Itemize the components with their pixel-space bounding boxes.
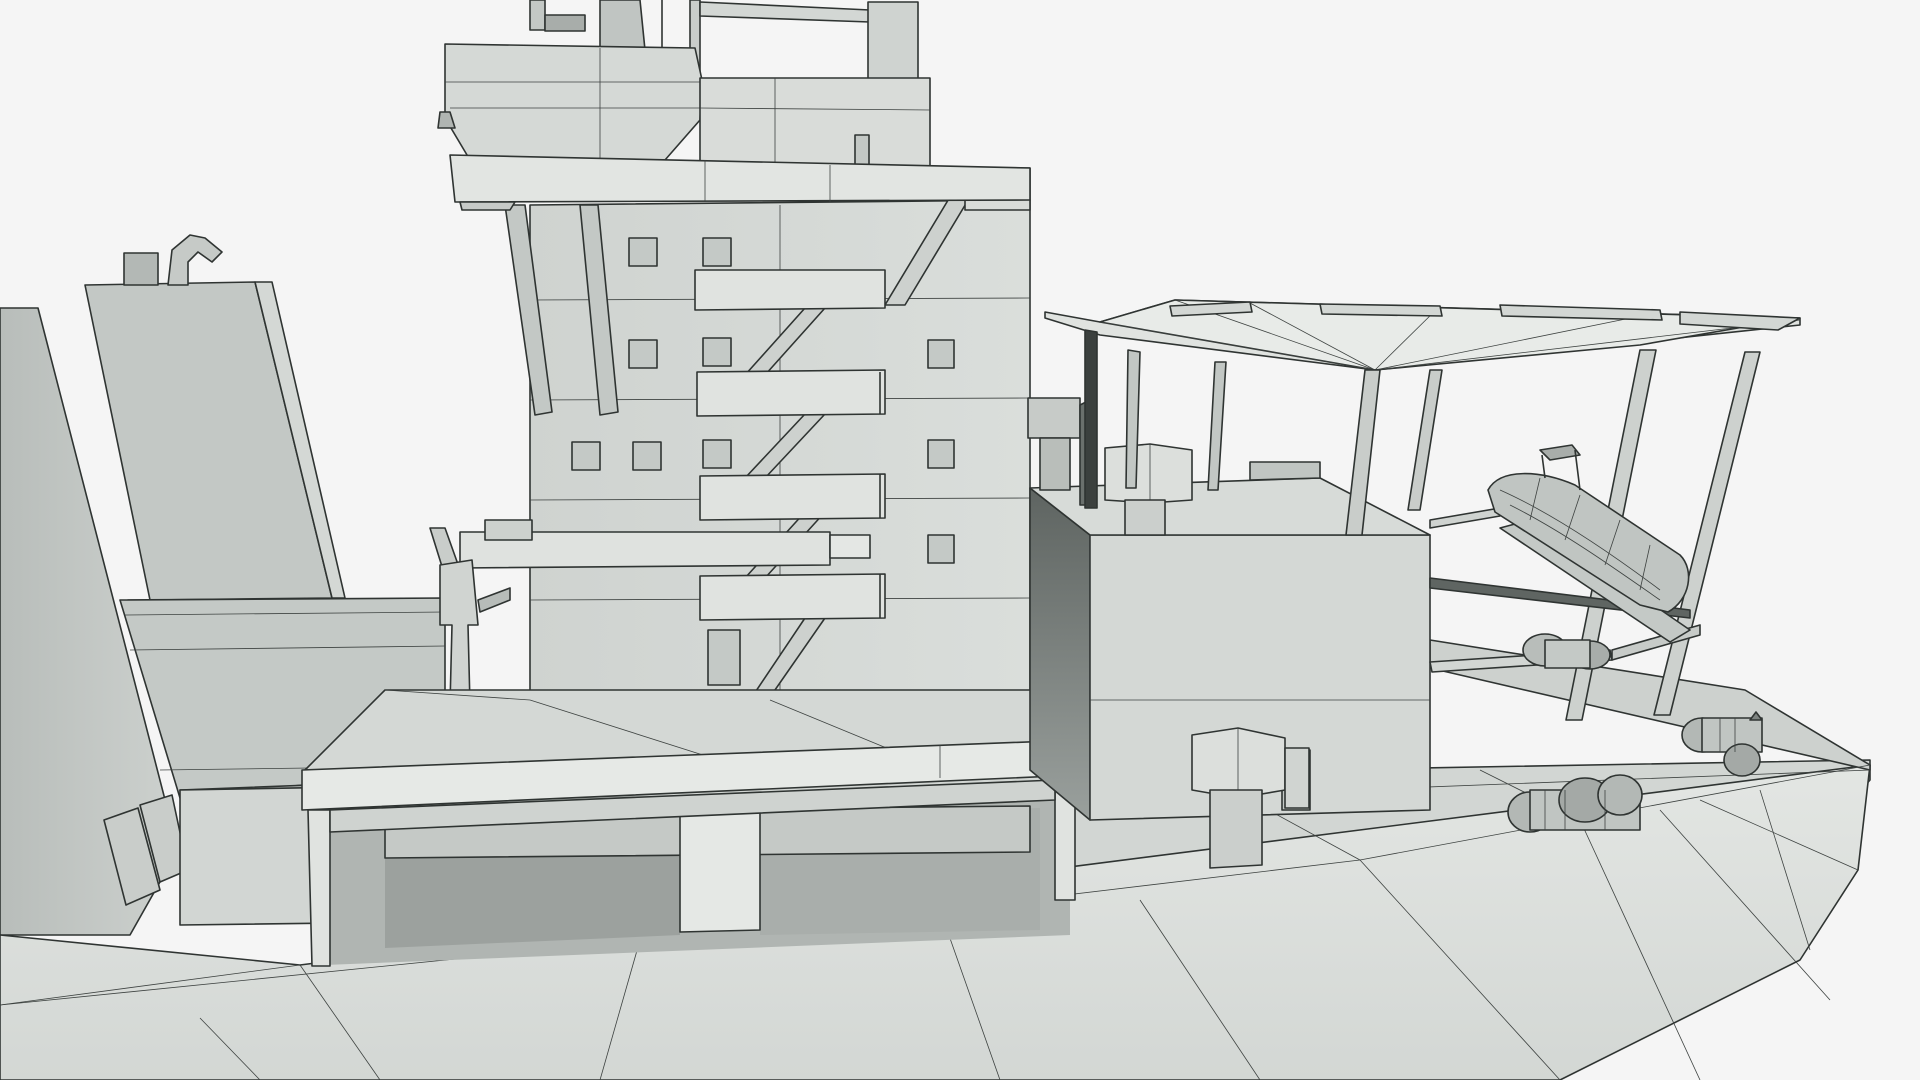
stair-landing (699, 473, 886, 521)
stair-landing (699, 573, 886, 621)
stair-landing (696, 369, 886, 417)
window (927, 439, 955, 469)
platform-leg (679, 799, 761, 933)
platform-leg (307, 809, 331, 967)
ventilator-box (1104, 443, 1193, 504)
main-tower (504, 167, 1031, 701)
deckhouse-dark-side (1029, 487, 1091, 821)
helideck-post (1084, 329, 1098, 509)
exhaust-pipe (123, 252, 159, 286)
window (571, 441, 601, 471)
window (702, 439, 732, 469)
wheelhouse (444, 43, 703, 161)
door (707, 629, 741, 686)
window (632, 441, 662, 471)
rear-vent-block (1027, 397, 1081, 439)
wheelhouse-upper (699, 77, 931, 171)
ship-model-render (0, 0, 1920, 1080)
ventilator-pipe (1209, 789, 1263, 869)
ventilator-head (1191, 727, 1286, 799)
window (628, 237, 658, 267)
window (628, 339, 658, 369)
window (927, 339, 955, 369)
window (927, 534, 955, 564)
render-viewport (0, 0, 1920, 1080)
window (702, 237, 732, 267)
window (702, 337, 732, 367)
stair-landing (694, 269, 886, 311)
